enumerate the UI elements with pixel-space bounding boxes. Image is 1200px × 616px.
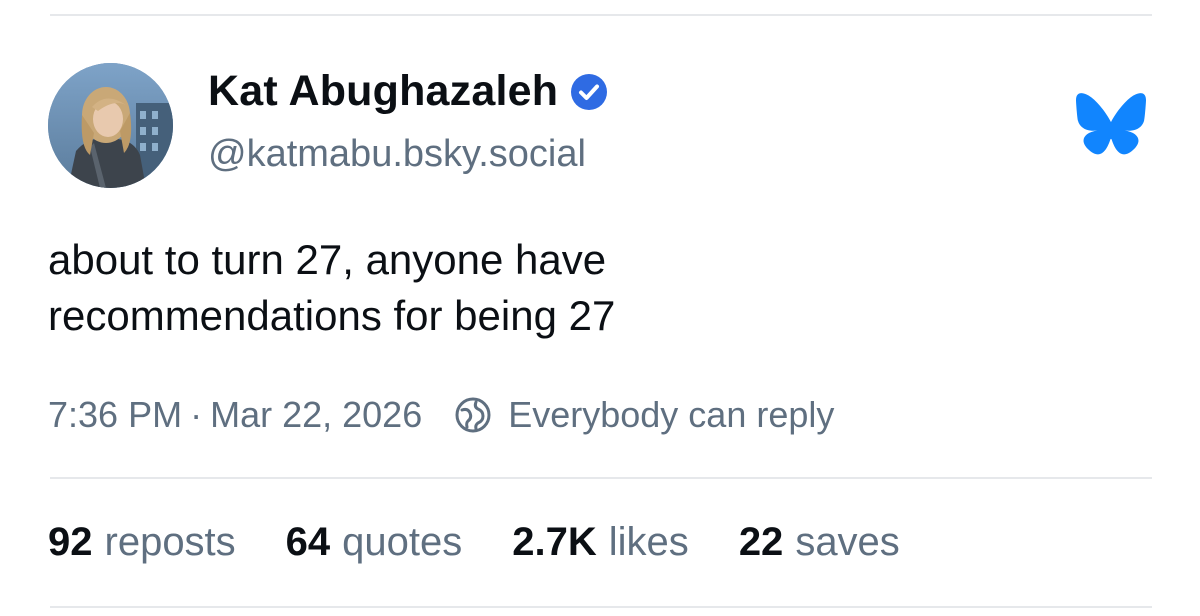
avatar-image	[48, 63, 173, 188]
post-text: about to turn 27, anyone have recommenda…	[48, 232, 948, 344]
likes-stat[interactable]: 2.7K likes	[512, 518, 689, 566]
meta-separator: ·	[190, 394, 203, 435]
author-name-row: Kat Abughazaleh	[208, 70, 608, 113]
quotes-label: quotes	[342, 520, 463, 564]
bottom-divider	[50, 606, 1152, 608]
saves-stat[interactable]: 22 saves	[739, 518, 900, 566]
stats-divider	[50, 477, 1152, 479]
likes-label: likes	[608, 520, 689, 564]
post-date[interactable]: Mar 22, 2026	[210, 393, 422, 436]
globe-icon	[454, 396, 492, 434]
saves-label: saves	[795, 520, 900, 564]
bluesky-butterfly-icon[interactable]	[1076, 93, 1146, 157]
post-text-line: about to turn 27, anyone have	[48, 236, 607, 283]
engagement-stats: 92 reposts 64 quotes 2.7K likes 22 saves	[48, 518, 950, 566]
reposts-count: 92	[48, 520, 93, 564]
author-display-name[interactable]: Kat Abughazaleh	[208, 70, 558, 113]
quotes-stat[interactable]: 64 quotes	[286, 518, 463, 566]
top-divider	[50, 14, 1152, 16]
likes-count: 2.7K	[512, 520, 597, 564]
post-time[interactable]: 7:36 PM	[48, 393, 182, 436]
saves-count: 22	[738, 520, 784, 564]
reply-setting[interactable]: Everybody can reply	[454, 393, 834, 436]
reply-setting-label: Everybody can reply	[508, 394, 835, 435]
quotes-count: 64	[285, 520, 331, 564]
post-text-line: recommendations for being 27	[48, 292, 616, 339]
post-meta: 7:36 PM · Mar 22, 2026 Everybody can rep…	[48, 393, 834, 436]
avatar[interactable]	[48, 63, 173, 188]
verified-check-icon[interactable]	[570, 73, 608, 111]
author-handle[interactable]: @katmabu.bsky.social	[208, 133, 586, 176]
reposts-stat[interactable]: 92 reposts	[48, 518, 236, 566]
post-card: Kat Abughazaleh @katmabu.bsky.social abo…	[0, 0, 1200, 616]
reposts-label: reposts	[104, 520, 236, 564]
